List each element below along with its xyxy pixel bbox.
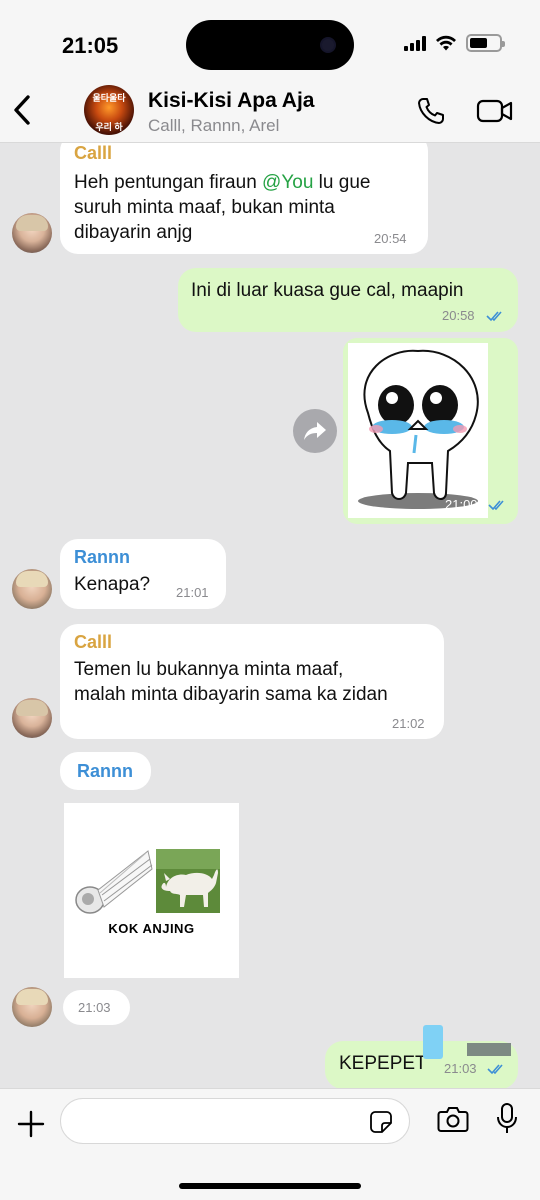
message-input[interactable] xyxy=(60,1098,410,1144)
status-icons xyxy=(404,34,505,52)
sender-name: Rannn xyxy=(77,761,133,781)
message-time: 21:01 xyxy=(176,585,209,600)
camera-dot xyxy=(320,37,336,53)
group-avatar[interactable]: 울타울타 우리 하 xyxy=(84,85,134,135)
message-time: 20:58 xyxy=(442,308,475,323)
avatar-calll[interactable] xyxy=(12,213,52,253)
forward-arrow-icon xyxy=(304,422,326,440)
phone-call-icon[interactable] xyxy=(416,96,446,126)
sticker-icon[interactable] xyxy=(369,1110,393,1134)
dynamic-island xyxy=(186,20,354,70)
message-list[interactable]: Calll Heh pentungan firaun @You lu gue s… xyxy=(0,143,540,1088)
message-text: Heh pentungan firaun @You lu gue suruh m… xyxy=(74,172,371,243)
camera-icon[interactable] xyxy=(437,1105,469,1133)
read-ticks-icon xyxy=(486,311,502,322)
message-time: 21:03 xyxy=(444,1061,477,1076)
status-time: 21:05 xyxy=(62,33,119,58)
image-time-badge: 21:03 xyxy=(63,990,130,1025)
read-ticks-icon xyxy=(488,500,504,511)
composer-bar xyxy=(0,1088,540,1200)
dog-image xyxy=(156,849,220,913)
group-title[interactable]: Kisi-Kisi Apa Aja xyxy=(148,89,314,113)
signal-icon xyxy=(404,35,426,51)
message-bubble-outgoing[interactable]: KEPEPET 21:03 xyxy=(325,1025,518,1088)
image-message[interactable]: KOK ANJING xyxy=(64,803,239,978)
mention-you[interactable]: @You xyxy=(262,172,313,193)
shuttlecock-image xyxy=(75,850,153,914)
message-time: 20:54 xyxy=(374,231,407,246)
microphone-icon[interactable] xyxy=(496,1102,518,1136)
group-participants[interactable]: Calll, Rannn, Arel xyxy=(148,116,279,136)
message-bubble-incoming[interactable]: Calll Heh pentungan firaun @You lu gue s… xyxy=(60,143,428,254)
sender-tag: Rannn xyxy=(60,752,151,790)
avatar-text-top: 울타울타 xyxy=(92,93,126,103)
message-time: 21:00 xyxy=(445,497,478,512)
avatar-text-bottom: 우리 하 xyxy=(95,122,123,132)
home-indicator xyxy=(179,1183,361,1189)
chat-header: 21:05 울타울타 우리 하 Kisi-Kisi Apa Aja Calll,… xyxy=(0,0,540,143)
message-bubble-incoming[interactable]: Calll Temen lu bukannya minta maaf, mala… xyxy=(60,624,444,739)
message-text: Temen lu bukannya minta maaf, malah mint… xyxy=(74,659,388,705)
sticker-fragment xyxy=(467,1043,511,1056)
message-text: KEPEPET xyxy=(339,1053,427,1074)
video-call-icon[interactable] xyxy=(476,98,514,124)
wifi-icon xyxy=(436,35,456,51)
sender-name: Calll xyxy=(74,143,113,163)
forward-button[interactable] xyxy=(293,409,337,453)
back-arrow-icon[interactable] xyxy=(10,92,34,128)
image-caption: KOK ANJING xyxy=(108,921,195,936)
message-text: Ini di luar kuasa gue cal, maapin xyxy=(191,280,464,301)
plus-icon[interactable] xyxy=(16,1109,46,1139)
sender-name: Rannn xyxy=(74,547,130,567)
avatar-rannn[interactable] xyxy=(12,987,52,1027)
message-text: Kenapa? xyxy=(74,574,151,595)
read-ticks-icon xyxy=(487,1064,503,1075)
sticker-fragment xyxy=(423,1025,443,1059)
avatar-calll[interactable] xyxy=(12,698,52,738)
avatar-rannn[interactable] xyxy=(12,569,52,609)
message-bubble-incoming[interactable]: Rannn Kenapa? 21:01 xyxy=(60,539,226,609)
message-time: 21:02 xyxy=(392,716,425,731)
battery-icon xyxy=(466,34,505,52)
sender-name: Calll xyxy=(74,632,113,652)
crying-sticker[interactable] xyxy=(348,343,488,518)
message-bubble-outgoing[interactable]: Ini di luar kuasa gue cal, maapin 20:58 xyxy=(178,268,518,332)
message-time: 21:03 xyxy=(78,1000,111,1015)
